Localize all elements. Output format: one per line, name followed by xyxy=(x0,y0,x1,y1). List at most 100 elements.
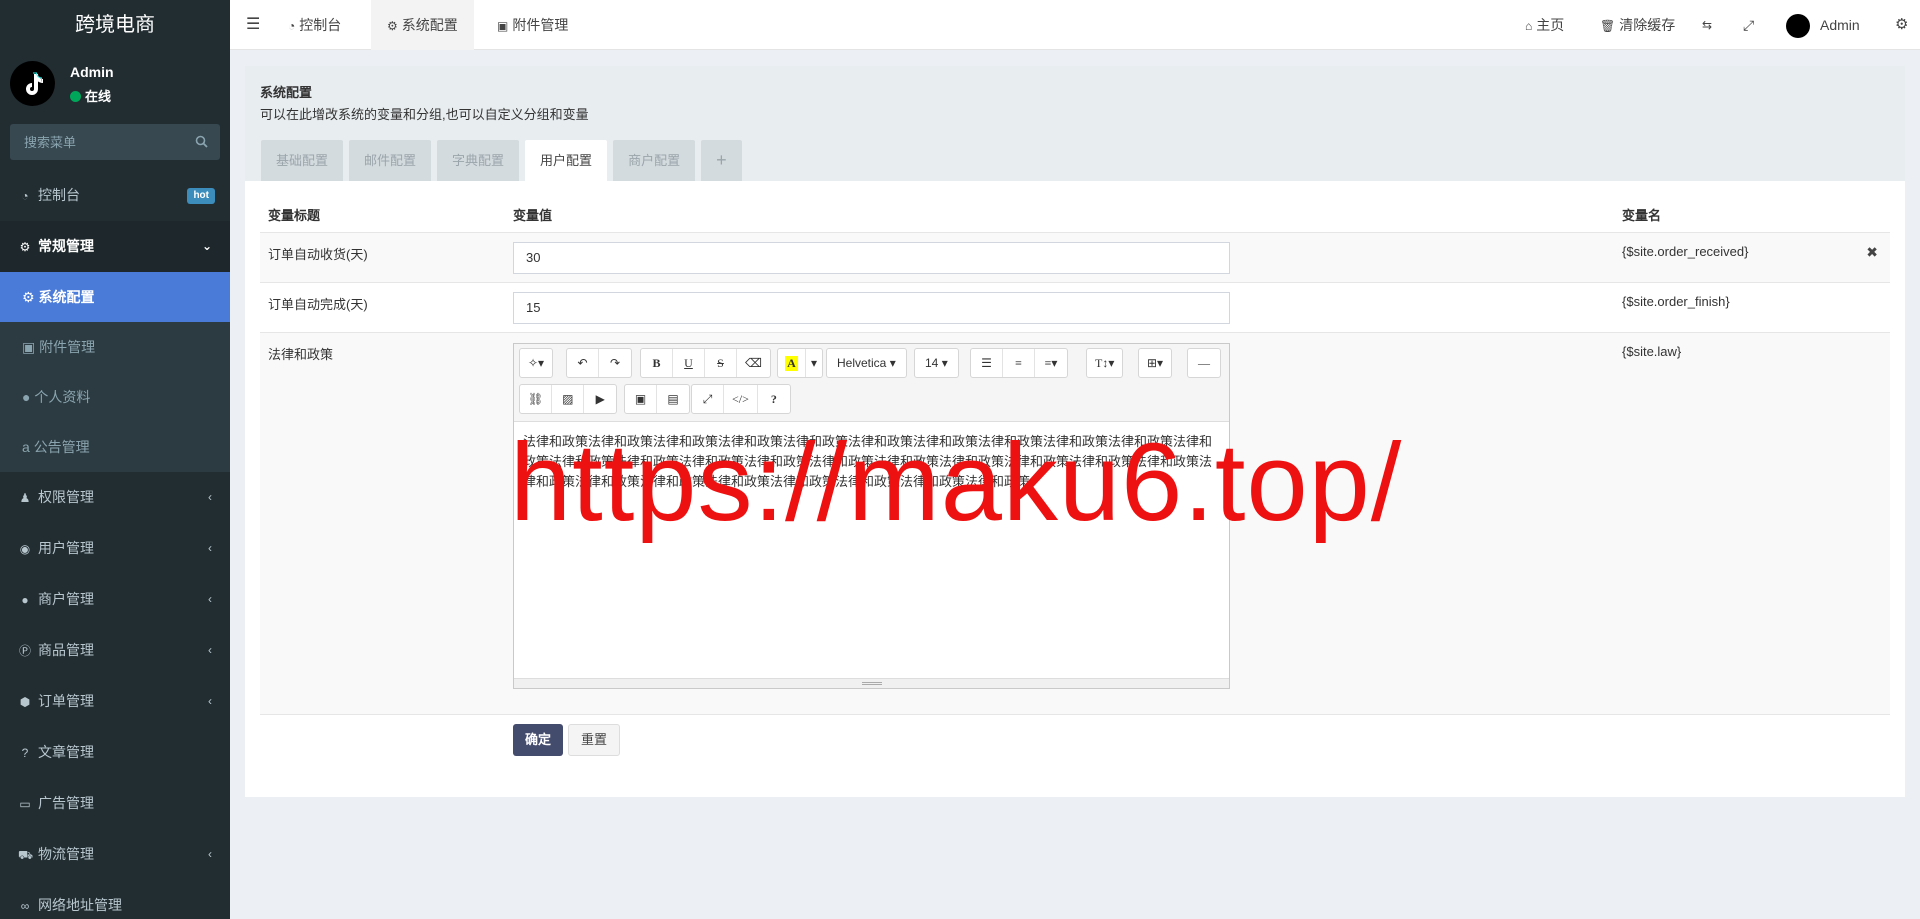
admin-menu[interactable]: Admin xyxy=(1786,0,1860,50)
list-group: ☰ ≡ ≡▾ xyxy=(970,348,1068,378)
online-dot-icon xyxy=(70,91,81,102)
row-var-name: {$site.order_received} xyxy=(1622,244,1749,259)
editor-resize-bar[interactable] xyxy=(514,678,1229,688)
clear-cache-button[interactable]: 🗑 清除缓存 xyxy=(1600,0,1675,50)
image-file-icon[interactable]: ▣ xyxy=(625,385,657,413)
picture-icon[interactable]: ▨ xyxy=(552,385,585,413)
order-received-input[interactable]: 30 xyxy=(513,242,1230,274)
page-title: 系统配置 xyxy=(260,85,313,100)
settings-icon[interactable]: ⚙ xyxy=(1895,0,1908,50)
text-height-icon[interactable]: T↕▾ xyxy=(1087,349,1122,377)
sidebar-item-order[interactable]: ⬢ 订单管理 ‹ xyxy=(0,676,230,727)
sidebar-item-profile[interactable]: ● 个人资料 xyxy=(0,372,230,422)
sidebar-item-auth[interactable]: ♟ 权限管理 ‹ xyxy=(0,472,230,523)
code-view-icon[interactable]: </> xyxy=(724,385,758,413)
help-icon[interactable]: ? xyxy=(758,385,790,413)
translate-icon[interactable]: ⇆ xyxy=(1702,0,1712,50)
eraser-icon[interactable]: ⌫ xyxy=(737,349,770,377)
cube-icon: ⬢ xyxy=(19,695,31,709)
home-link[interactable]: ⌂ 主页 xyxy=(1525,0,1564,50)
font-size-label[interactable]: 14 ▾ xyxy=(915,349,958,377)
strikethrough-icon[interactable]: S xyxy=(705,349,737,377)
font-family-select[interactable]: Helvetica ▾ xyxy=(826,348,907,378)
chevron-down-icon[interactable]: ▾ xyxy=(806,349,822,377)
tab-attachment[interactable]: ▣ 附件管理 xyxy=(481,0,584,50)
sidebar-item-general[interactable]: ⚙ 常规管理 ⌄ xyxy=(0,221,230,272)
link-icon: ∞ xyxy=(20,899,30,913)
align-icon[interactable]: ≡▾ xyxy=(1035,349,1067,377)
sidebar-item-network[interactable]: ∞ 网络地址管理 xyxy=(0,880,230,919)
app-logo[interactable]: 跨境电商 xyxy=(0,0,230,50)
chevron-left-icon: ‹ xyxy=(208,490,212,504)
home-icon: ⌂ xyxy=(1525,19,1533,33)
bold-icon[interactable]: B xyxy=(641,349,673,377)
credit-card-icon: ▭ xyxy=(19,797,31,811)
tab-dictionary-config[interactable]: 字典配置 xyxy=(437,140,520,181)
undo-icon[interactable]: ↶ xyxy=(567,349,599,377)
ordered-list-icon[interactable]: ≡ xyxy=(1003,349,1035,377)
gear-icon: ⚙ xyxy=(387,19,398,33)
magic-icon[interactable]: ✧▾ xyxy=(520,349,552,377)
tiktok-logo-icon xyxy=(25,72,43,95)
question-circle-icon: ? xyxy=(21,746,29,760)
editor-toolbar: ✧▾ ↶ ↷ B U S ⌫ A ▾ Helvetica ▾ 14 ▾ ☰ ≡ … xyxy=(514,344,1229,422)
delete-icon[interactable]: ✖ xyxy=(1866,244,1878,261)
sidebar-item-logistics[interactable]: ⛟ 物流管理 ‹ xyxy=(0,829,230,880)
user-icon: ● xyxy=(22,389,31,405)
format-group: B U S ⌫ xyxy=(640,348,771,378)
sidebar-item-system-config[interactable]: ⚙ 系统配置 xyxy=(0,272,230,322)
confirm-button[interactable]: 确定 xyxy=(513,724,564,756)
chevron-left-icon: ‹ xyxy=(208,847,212,861)
sidebar-item-notice[interactable]: a 公告管理 xyxy=(0,422,230,472)
fullscreen-icon[interactable]: ⤢ xyxy=(1743,0,1754,50)
sidebar-menu-rest: ♟ 权限管理 ‹ ◉ 用户管理 ‹ ● 商户管理 ‹ Ⓟ 商品管理 ‹ ⬢ 订单管理 ‹ ? 文章管理… xyxy=(0,472,230,919)
sidebar-item-article[interactable]: ? 文章管理 xyxy=(0,727,230,778)
reset-button[interactable]: 重置 xyxy=(568,724,621,756)
tab-user-config[interactable]: 用户配置 xyxy=(525,140,608,181)
add-tab-button[interactable]: + xyxy=(701,140,742,181)
view-group: ⤢ </> ? xyxy=(691,384,791,414)
chevron-left-icon: ‹ xyxy=(208,643,212,657)
top-navbar: ☰ ◔ 控制台 ⚙ 系统配置 ▣ 附件管理 ⌂ 主页 🗑 清除缓存 ⇆ ⤢ Admin ⚙ xyxy=(230,0,1920,50)
underline-icon[interactable]: U xyxy=(673,349,705,377)
order-finish-input[interactable]: 15 xyxy=(513,292,1230,324)
tab-email-config[interactable]: 邮件配置 xyxy=(349,140,432,181)
sidebar-item-ad[interactable]: ▭ 广告管理 xyxy=(0,778,230,829)
tab-dashboard[interactable]: ◔ 控制台 xyxy=(272,0,357,50)
sidebar-item-attachment[interactable]: ▣ 附件管理 xyxy=(0,322,230,372)
text-color-icon[interactable]: A xyxy=(778,349,806,377)
header-name: 变量名 xyxy=(1622,208,1662,223)
font-family-label[interactable]: Helvetica ▾ xyxy=(827,349,906,377)
link-icon[interactable]: ⛓ xyxy=(520,385,553,413)
row-var-name: {$site.order_finish} xyxy=(1622,294,1730,309)
table-row: 订单自动收货(天) 30 {$site.order_received} ✖ xyxy=(260,233,1890,283)
menu-toggle-icon[interactable]: ☰ xyxy=(246,0,260,50)
font-size-select[interactable]: 14 ▾ xyxy=(914,348,959,378)
avatar xyxy=(1786,14,1810,39)
table-header: 变量标题 变量值 变量名 xyxy=(260,181,1890,233)
search-input[interactable] xyxy=(10,124,220,160)
sidebar-item-dashboard[interactable]: ◔ 控制台 hot xyxy=(0,170,230,221)
dashboard-icon: ◔ xyxy=(288,19,296,33)
file-icon[interactable]: ▤ xyxy=(657,385,689,413)
video-icon[interactable]: ▶ xyxy=(584,385,616,413)
page-description: 可以在此增改系统的变量和分组,也可以自定义分组和变量 xyxy=(260,107,589,122)
unordered-list-icon[interactable]: ☰ xyxy=(971,349,1003,377)
resize-grip-icon[interactable] xyxy=(862,682,882,685)
redo-icon[interactable]: ↷ xyxy=(599,349,631,377)
image-file-icon: ▣ xyxy=(22,339,36,355)
sidebar-item-user[interactable]: ◉ 用户管理 ‹ xyxy=(0,523,230,574)
row-label: 订单自动完成(天) xyxy=(268,297,368,312)
fullscreen-icon[interactable]: ⤢ xyxy=(692,385,724,413)
sidebar-item-goods[interactable]: Ⓟ 商品管理 ‹ xyxy=(0,625,230,676)
color-group: A ▾ xyxy=(777,348,823,378)
table-icon[interactable]: ⊞▾ xyxy=(1139,349,1171,377)
tab-system-config[interactable]: ⚙ 系统配置 xyxy=(371,0,474,50)
header-value: 变量值 xyxy=(513,208,553,223)
attach-group: ▣ ▤ xyxy=(624,384,690,414)
tab-merchant-config[interactable]: 商户配置 xyxy=(613,140,696,181)
tab-basic-config[interactable]: 基础配置 xyxy=(261,140,344,181)
sidebar-item-merchant[interactable]: ● 商户管理 ‹ xyxy=(0,574,230,625)
search-icon[interactable] xyxy=(195,135,208,151)
horizontal-rule-icon[interactable]: — xyxy=(1188,349,1220,377)
